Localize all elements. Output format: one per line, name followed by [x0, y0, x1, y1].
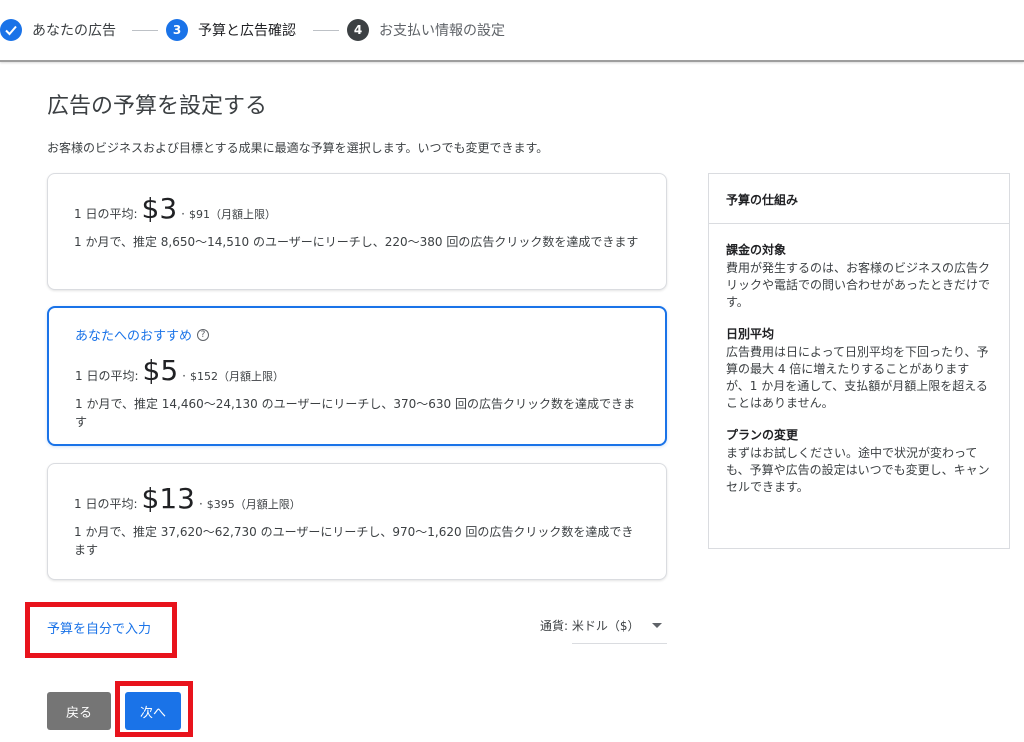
separator-dot: · [181, 207, 185, 221]
step-label: お支払い情報の設定 [379, 23, 505, 39]
progress-stepper: あなたの広告 3 予算と広告確認 4 お支払い情報の設定 [0, 0, 1024, 62]
step-budget-review[interactable]: 3 予算と広告確認 [166, 18, 296, 42]
info-section-text: まずはお試しください。途中で状況が変わっても、予算や広告の設定はいつでも変更し、… [726, 446, 990, 494]
daily-amount: $13 [141, 482, 195, 515]
step-your-ad[interactable]: あなたの広告 [0, 18, 116, 42]
page-title: 広告の予算を設定する [47, 94, 268, 119]
recommendation-label: あなたへのおすすめ ? [75, 325, 639, 344]
currency-underline [572, 643, 667, 644]
separator-dot: · [182, 369, 186, 383]
daily-amount: $3 [141, 192, 178, 225]
info-section: 課金の対象 費用が発生するのは、お客様のビジネスの広告クリックや電話での問い合わ… [726, 241, 992, 311]
recommendation-text: あなたへのおすすめ [75, 329, 193, 344]
currency-label: 通貨: 米ドル（$） [540, 619, 640, 633]
daily-amount: $5 [142, 354, 179, 387]
currency-select[interactable]: 通貨: 米ドル（$） [540, 617, 662, 634]
step-payment-info[interactable]: 4 お支払い情報の設定 [347, 18, 505, 42]
budget-option-card[interactable]: 1 日の平均: $13 · $395（月額上限） 1 か月で、推定 37,620… [47, 463, 667, 580]
info-section: プランの変更 まずはお試しください。途中で状況が変わっても、予算や広告の設定はい… [726, 426, 992, 496]
monthly-cap: $152（月額上限） [189, 370, 284, 383]
step-label: 予算と広告確認 [198, 23, 296, 39]
step-number: 3 [166, 19, 188, 41]
budget-option-card-recommended[interactable]: あなたへのおすすめ ? 1 日の平均: $5 · $152（月額上限） 1 か月… [47, 306, 667, 446]
separator-dot: · [198, 497, 203, 511]
step-connector [132, 30, 158, 31]
option-description: 1 か月で、推定 8,650〜14,510 のユーザーにリーチし、220〜380… [74, 235, 639, 249]
price-row: 1 日の平均: $13 · $395（月額上限） [74, 482, 640, 515]
daily-average-label: 1 日の平均: [74, 497, 138, 511]
monthly-cap: $395（月額上限） [206, 498, 301, 511]
check-icon [0, 19, 22, 41]
budget-info-panel: 予算の仕組み 課金の対象 費用が発生するのは、お客様のビジネスの広告クリックや電… [708, 173, 1010, 549]
info-panel-title: 予算の仕組み [709, 174, 1009, 224]
monthly-cap: $91（月額上限） [188, 208, 276, 221]
info-section-text: 広告費用は日によって日別平均を下回ったり、予算の最大 4 倍に増えたりすることが… [726, 345, 989, 410]
daily-average-label: 1 日の平均: [74, 207, 138, 221]
step-label: あなたの広告 [32, 23, 116, 39]
back-button[interactable]: 戻る [47, 692, 111, 730]
highlight-box [25, 602, 177, 658]
step-connector [313, 30, 339, 31]
info-section: 日別平均 広告費用は日によって日別平均を下回ったり、予算の最大 4 倍に増えたり… [726, 325, 992, 412]
info-section-heading: プランの変更 [726, 428, 799, 442]
step-number: 4 [347, 19, 369, 41]
option-description: 1 か月で、推定 37,620〜62,730 のユーザーにリーチし、970〜1,… [74, 525, 634, 557]
dropdown-arrow-icon [651, 623, 662, 628]
daily-average-label: 1 日の平均: [75, 369, 139, 383]
info-section-text: 費用が発生するのは、お客様のビジネスの広告クリックや電話での問い合わせがあったと… [726, 261, 991, 309]
info-section-heading: 課金の対象 [726, 243, 787, 257]
budget-option-card[interactable]: 1 日の平均: $3 · $91（月額上限） 1 か月で、推定 8,650〜14… [47, 173, 667, 290]
page-subtitle: お客様のビジネスおよび目標とする成果に最適な予算を選択します。いつでも変更できま… [47, 141, 549, 155]
help-icon[interactable]: ? [197, 328, 210, 341]
price-row: 1 日の平均: $3 · $91（月額上限） [74, 192, 640, 225]
info-section-heading: 日別平均 [726, 327, 775, 341]
option-description: 1 か月で、推定 14,460〜24,130 のユーザーにリーチし、370〜63… [75, 397, 635, 429]
highlight-box [115, 681, 193, 737]
price-row: 1 日の平均: $5 · $152（月額上限） [75, 354, 639, 387]
